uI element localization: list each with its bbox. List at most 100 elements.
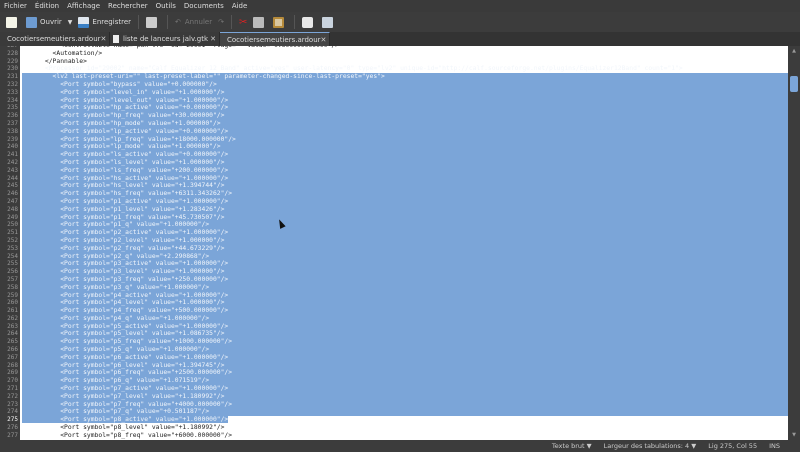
line-text: <Port symbol="p6_active" value="+1.00000… (22, 353, 788, 362)
scroll-down-icon[interactable]: ▼ (788, 432, 800, 438)
line-text: <Port symbol="p8_level" value="+1.180992… (22, 424, 225, 432)
code-line: 251 <Port symbol="p2_active" value="+1.0… (0, 229, 788, 237)
line-text: <Port symbol="hs_active" value="+1.00000… (22, 174, 788, 183)
code-line: 255 <Port symbol="p3_active" value="+1.0… (0, 260, 788, 269)
line-number: 234 (7, 96, 18, 104)
document-icon (113, 35, 119, 43)
line-number: 249 (7, 213, 18, 221)
insert-mode: INS (769, 442, 780, 450)
code-line: 259 <Port symbol="p4_active" value="+1.0… (0, 291, 788, 300)
line-number: 261 (7, 307, 18, 315)
divider (294, 15, 296, 29)
line-number: 277 (7, 431, 18, 439)
line-text: <Port symbol="lp_active" value="+0.00000… (22, 127, 788, 136)
code-line: 276 <Port symbol="p8_level" value="+1.18… (0, 424, 788, 432)
line-text: <Port symbol="ls_active" value="+0.00000… (22, 151, 788, 159)
save-label: Enregistrer (92, 18, 132, 26)
code-line: 245 <Port symbol="hs_level" value="+1.39… (0, 182, 788, 191)
cursor-position: Lig 275, Col 55 (708, 442, 758, 450)
menu-rechercher[interactable]: Rechercher (104, 2, 152, 10)
find-button[interactable] (299, 13, 319, 31)
new-button[interactable] (3, 13, 23, 31)
scrollbar-thumb[interactable] (790, 76, 798, 92)
code-line: 272 <Port symbol="p7_level" value="+1.18… (0, 392, 788, 401)
code-line: 244 <Port symbol="hs_active" value="+1.0… (0, 174, 788, 183)
text-editor[interactable]: 227 <Controllable name="pan-lfe" id="290… (0, 46, 788, 440)
tab-label: liste de lanceurs jalv.gtk (123, 35, 209, 43)
line-number: 236 (7, 112, 18, 120)
tab-cocotiersemeutiers-1[interactable]: Cocotiersemeutiers.ardour ✕ (0, 32, 110, 46)
line-number: 251 (7, 229, 18, 237)
code-line: 237 <Port symbol="hp_mode" value="+1.000… (0, 119, 788, 128)
line-text: <Port symbol="p4_freq" value="+500.00000… (22, 307, 788, 315)
line-text: <Port symbol="p7_level" value="+1.180992… (22, 392, 788, 401)
save-icon (78, 16, 90, 28)
line-text: <Port symbol="p5_level" value="+1.086735… (22, 330, 788, 339)
menu-fichier[interactable]: Fichier (0, 2, 31, 10)
line-text: <Port symbol="p3_freq" value="+250.00000… (22, 275, 788, 284)
line-number: 268 (7, 361, 18, 369)
line-number: 253 (7, 244, 18, 252)
line-number: 264 (7, 330, 18, 338)
line-text: <Port symbol="p5_freq" value="+1000.0000… (22, 338, 788, 347)
vertical-scrollbar[interactable]: ▲ ▼ (788, 46, 800, 440)
code-line: 261 <Port symbol="p4_freq" value="+500.0… (0, 307, 788, 315)
line-number: 274 (7, 408, 18, 416)
redo-button[interactable]: ↷ (215, 13, 227, 31)
line-text: <Port symbol="p2_active" value="+1.00000… (22, 229, 788, 237)
line-number: 248 (7, 205, 18, 213)
line-text: <Port symbol="p6_q" value="+1.071519"/> (22, 377, 788, 386)
line-text: <lv2 last-preset-uri="" last-preset-labe… (22, 73, 788, 81)
code-line: 275 <Port symbol="p8_active" value="+1.0… (0, 416, 788, 424)
folder-icon (26, 16, 37, 28)
close-icon[interactable]: ✕ (321, 36, 327, 44)
line-text: <Port symbol="ls_level" value="+1.000000… (22, 158, 788, 167)
line-number: 269 (7, 369, 18, 377)
line-number: 257 (7, 275, 18, 283)
code-line: 252 <Port symbol="p2_level" value="+1.00… (0, 236, 788, 245)
open-button[interactable]: Ouvrir (23, 13, 65, 31)
menu-edition[interactable]: Édition (31, 2, 63, 10)
line-number: 247 (7, 197, 18, 205)
close-icon[interactable]: ✕ (101, 35, 107, 43)
cut-button[interactable]: ✂ (236, 13, 250, 31)
menu-outils[interactable]: Outils (152, 2, 180, 10)
line-text: <Port symbol="hs_freq" value="+6311.3432… (22, 190, 788, 198)
line-text: <Port symbol="p1_level" value="+1.283426… (22, 205, 788, 214)
tab-width-selector[interactable]: Largeur des tabulations: 4 ▼ (598, 442, 703, 450)
tab-cocotiersemeutiers-2[interactable]: Cocotiersemeutiers.ardour ✕ (220, 32, 330, 46)
undo-button[interactable]: ↶ Annuler (172, 13, 215, 31)
line-number: 256 (7, 268, 18, 276)
replace-button[interactable] (319, 13, 339, 31)
menu-aide[interactable]: Aide (228, 2, 251, 10)
line-text: <Port symbol="p2_q" value="+2.290868"/> (22, 252, 788, 261)
print-button[interactable] (143, 13, 163, 31)
save-button[interactable]: Enregistrer (75, 13, 134, 31)
copy-button[interactable] (250, 13, 270, 31)
line-number: 239 (7, 135, 18, 143)
code-line: 249 <Port symbol="p1_freq" value="+45.73… (0, 213, 788, 222)
line-text: <Port symbol="level_out" value="+1.00000… (22, 96, 788, 105)
code-line: 239 <Port symbol="lp_freq" value="+18000… (0, 135, 788, 144)
menu-documents[interactable]: Documents (180, 2, 228, 10)
close-icon[interactable]: ✕ (210, 35, 216, 43)
menu-bar: Fichier Édition Affichage Rechercher Out… (0, 0, 800, 12)
menu-affichage[interactable]: Affichage (63, 2, 104, 10)
language-selector[interactable]: Texte brut ▼ (546, 442, 598, 450)
open-dropdown[interactable]: ▼ (65, 13, 76, 31)
code-line: 238 <Port symbol="lp_active" value="+0.0… (0, 127, 788, 136)
code-line: 277 <Port symbol="p8_freq" value="+6000.… (0, 432, 788, 440)
line-number: 273 (7, 400, 18, 408)
replace-icon (322, 16, 334, 28)
paste-button[interactable] (270, 13, 290, 31)
code-line: 233 <Port symbol="level_in" value="+1.00… (0, 88, 788, 97)
scroll-up-icon[interactable]: ▲ (788, 48, 800, 54)
line-text: <Port symbol="lp_freq" value="+18000.000… (22, 135, 788, 144)
line-number: 242 (7, 158, 18, 166)
code-line: 258 <Port symbol="p3_q" value="+1.000000… (0, 283, 788, 292)
tab-liste-lanceurs[interactable]: liste de lanceurs jalv.gtk ✕ (110, 32, 220, 46)
line-text: <Port symbol="hs_level" value="+1.394744… (22, 182, 788, 191)
line-text: <Port symbol="p4_active" value="+1.00000… (22, 291, 788, 300)
code-line: 274 <Port symbol="p7_q" value="+0.501187… (0, 408, 788, 417)
divider (167, 15, 169, 29)
